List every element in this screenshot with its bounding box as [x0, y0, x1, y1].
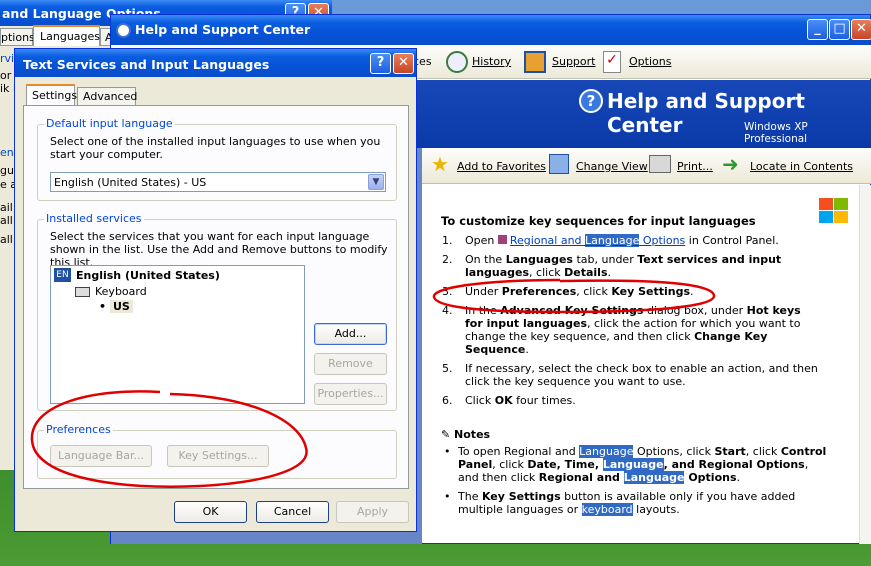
annotation-circle-preferences	[30, 390, 308, 488]
annotation-overlay	[30, 278, 716, 488]
annotation-circle-step3	[432, 278, 716, 314]
